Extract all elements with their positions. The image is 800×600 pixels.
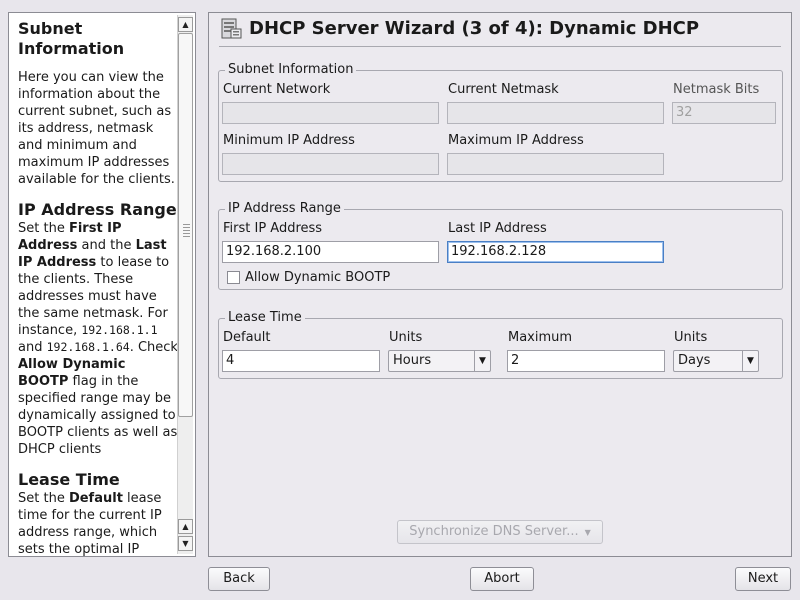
allow-bootp-label[interactable]: Allow Dynamic BOOTP <box>245 270 390 285</box>
help-range-text: Set the First IP Address and the Last IP… <box>18 221 178 457</box>
first-ip-input[interactable]: 192.168.2.100 <box>222 241 439 263</box>
help-scrollbar[interactable]: ▲ ▲ ▼ <box>177 15 193 554</box>
scroll-up-icon[interactable]: ▲ <box>178 17 193 32</box>
help-panel: Subnet Information Here you can view the… <box>8 12 196 557</box>
netmask-bits-field[interactable]: 32 <box>672 102 776 124</box>
maximum-lease-input[interactable]: 2 <box>507 350 665 372</box>
next-button[interactable]: Next <box>735 567 791 591</box>
maximum-units-label: Units <box>674 330 708 345</box>
help-content: Subnet Information Here you can view the… <box>18 17 178 557</box>
current-network-label: Current Network <box>223 82 331 97</box>
chevron-down-icon[interactable]: ▼ <box>474 351 490 371</box>
lease-time-legend: Lease Time <box>228 310 302 325</box>
default-units-select[interactable]: Hours ▼ <box>388 350 491 372</box>
help-range-heading: IP Address Range <box>18 200 177 219</box>
current-netmask-field[interactable] <box>447 102 664 124</box>
maximum-units-select[interactable]: Days ▼ <box>673 350 759 372</box>
wizard-panel: DHCP Server Wizard (3 of 4): Dynamic DHC… <box>208 12 792 557</box>
maximum-lease-label: Maximum <box>508 330 573 345</box>
chevron-down-icon: ▼ <box>584 528 591 537</box>
maximum-units-value: Days <box>678 353 711 368</box>
subnet-info-legend: Subnet Information <box>228 62 354 77</box>
help-title: Subnet Information <box>18 19 125 58</box>
title-divider <box>219 46 781 47</box>
first-ip-label: First IP Address <box>223 221 323 236</box>
default-lease-input[interactable]: 4 <box>222 350 380 372</box>
server-icon <box>221 18 242 39</box>
min-ip-label: Minimum IP Address <box>223 133 355 148</box>
last-ip-label: Last IP Address <box>448 221 547 236</box>
abort-button[interactable]: Abort <box>470 567 534 591</box>
scroll-down-icon[interactable]: ▼ <box>178 536 193 551</box>
allow-bootp-checkbox[interactable] <box>227 271 240 284</box>
current-netmask-label: Current Netmask <box>448 82 559 97</box>
help-lease-text: Set the Default lease time for the curre… <box>18 491 162 557</box>
current-network-field[interactable] <box>222 102 439 124</box>
page-title: DHCP Server Wizard (3 of 4): Dynamic DHC… <box>249 18 700 39</box>
ip-range-legend: IP Address Range <box>228 201 341 216</box>
default-units-label: Units <box>389 330 423 345</box>
back-button[interactable]: Back <box>208 567 270 591</box>
help-intro: Here you can view the information about … <box>18 70 175 187</box>
default-lease-label: Default <box>223 330 271 345</box>
scroll-up-icon-lower[interactable]: ▲ <box>178 519 193 534</box>
netmask-bits-label: Netmask Bits <box>673 82 760 97</box>
grip-icon <box>183 224 190 238</box>
min-ip-field[interactable] <box>222 153 439 175</box>
last-ip-input[interactable]: 192.168.2.128 <box>447 241 664 263</box>
max-ip-field[interactable] <box>447 153 664 175</box>
chevron-down-icon[interactable]: ▼ <box>742 351 758 371</box>
synchronize-dns-button[interactable]: Synchronize DNS Server... ▼ <box>397 520 603 544</box>
help-lease-heading: Lease Time <box>18 470 120 489</box>
max-ip-label: Maximum IP Address <box>448 133 584 148</box>
default-units-value: Hours <box>393 353 432 368</box>
scrollbar-thumb[interactable] <box>178 33 193 417</box>
